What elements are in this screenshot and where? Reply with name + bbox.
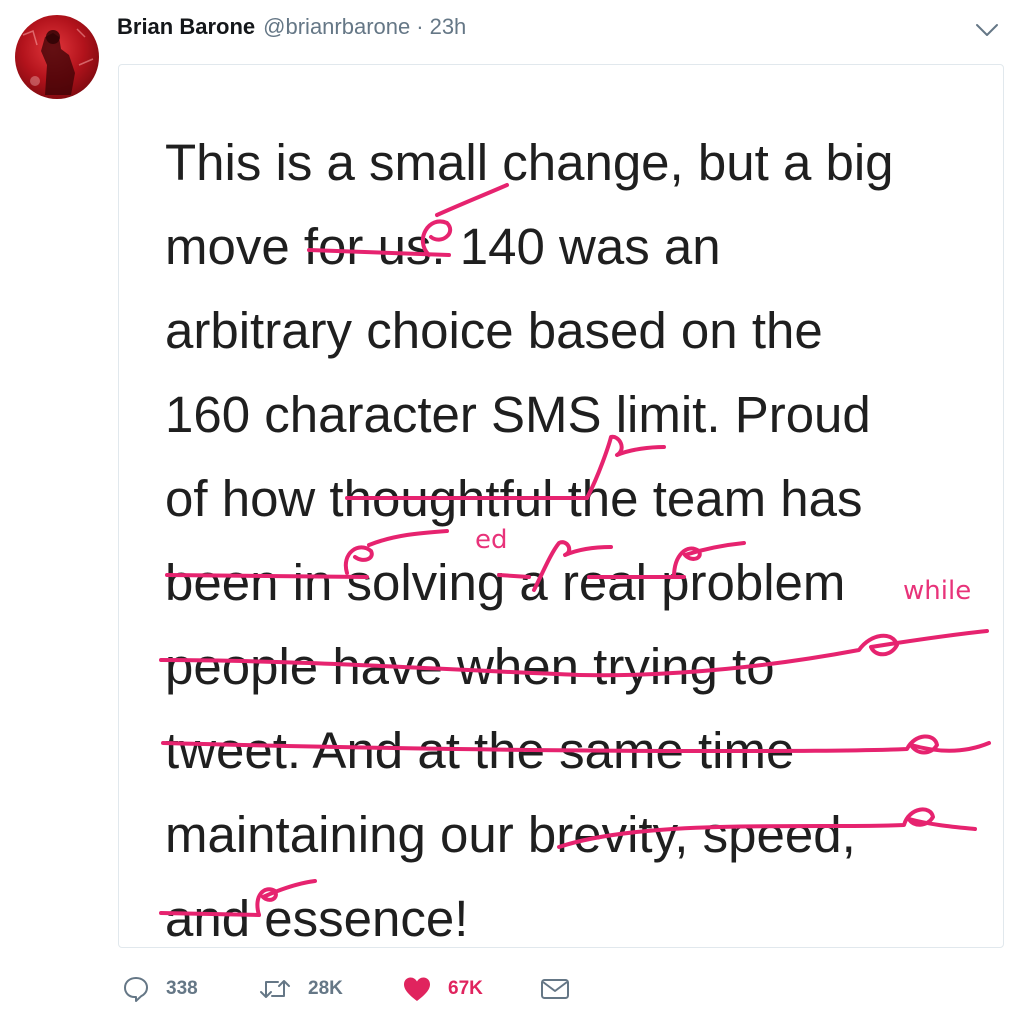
retweet-button[interactable]: 28K xyxy=(258,972,343,1006)
annotation-ed: ed xyxy=(475,525,508,555)
annotation-while: while xyxy=(903,576,971,606)
direct-message-button[interactable] xyxy=(540,972,570,1006)
image-line: 160 character SMS limit. Proud xyxy=(165,386,871,443)
chevron-down-icon[interactable] xyxy=(975,22,999,38)
like-button[interactable]: 67K xyxy=(402,972,483,1006)
image-line: people have when trying to xyxy=(165,638,775,695)
author-handle[interactable]: @brianrbarone xyxy=(263,14,410,40)
tweet-actions: 338 28K 67K xyxy=(118,972,1008,1006)
like-count: 67K xyxy=(448,978,483,999)
author-avatar[interactable] xyxy=(15,15,99,99)
envelope-icon xyxy=(541,979,569,999)
retweet-icon xyxy=(260,980,290,998)
heart-icon xyxy=(404,977,430,1001)
reply-button[interactable]: 338 xyxy=(122,972,198,1006)
tweet-image[interactable]: This is a small change, but a big move f… xyxy=(118,64,1004,948)
image-line: arbitrary choice based on the xyxy=(165,302,823,359)
tweet-timestamp[interactable]: 23h xyxy=(430,14,467,40)
reply-icon xyxy=(124,977,148,1002)
strike-been-in xyxy=(165,573,369,579)
image-line: move for us. 140 was an xyxy=(165,218,721,275)
image-line: and essence! xyxy=(165,890,468,947)
avatar-photo xyxy=(22,28,94,95)
strike-ing xyxy=(497,573,531,579)
retweet-count: 28K xyxy=(308,978,343,999)
separator-dot: · xyxy=(416,14,424,39)
image-line: been in solving a real problem xyxy=(165,554,845,611)
author-name[interactable]: Brian Barone xyxy=(117,14,255,40)
tweet-header: Brian Barone @brianrbarone · 23h xyxy=(117,14,466,44)
reply-count: 338 xyxy=(166,978,198,999)
strike-and xyxy=(159,911,261,917)
image-line: maintaining our brevity, speed, xyxy=(165,806,856,863)
image-line: This is a small change, but a big xyxy=(165,134,894,191)
edited-text-image: This is a small change, but a big move f… xyxy=(159,134,991,947)
